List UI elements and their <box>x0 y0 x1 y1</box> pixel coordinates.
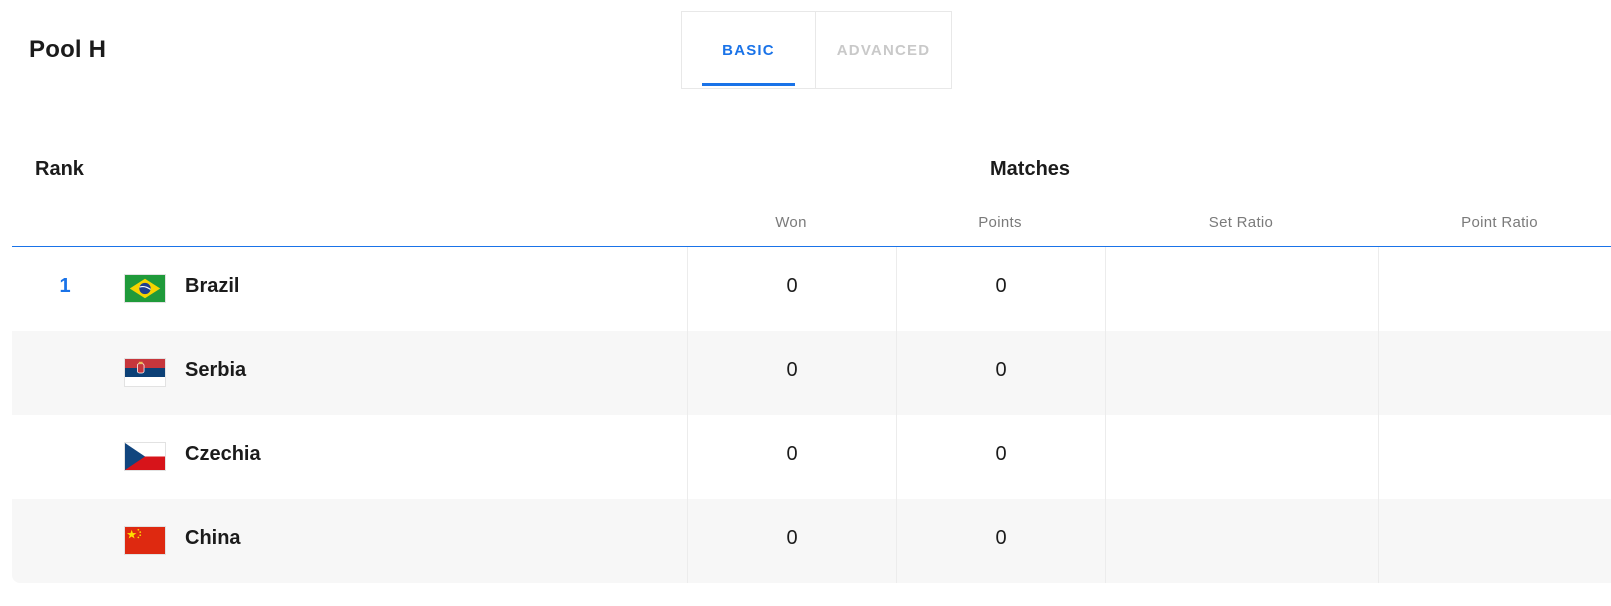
table-row[interactable]: 1 Brazil 0 0 <box>12 247 1611 331</box>
rank-column-header: Rank <box>35 158 84 180</box>
standings-page: Pool H BASIC ADVANCED Rank Matches Won P… <box>0 0 1611 606</box>
point-ratio-column-header[interactable]: Point Ratio <box>1378 214 1611 231</box>
column-divider <box>1378 247 1379 331</box>
points-value: 0 <box>995 275 1007 297</box>
column-divider <box>1378 331 1379 415</box>
points-value: 0 <box>995 443 1007 465</box>
serbia-flag-icon <box>124 358 166 387</box>
china-flag-icon <box>124 526 166 555</box>
rank-number: 1 <box>59 275 71 297</box>
points-value: 0 <box>995 359 1007 381</box>
standings-table: 1 Brazil 0 0 Serbia 0 0 Czechia 0 0 Chin… <box>12 247 1611 583</box>
column-divider <box>1105 331 1106 415</box>
team-name[interactable]: Serbia <box>185 359 246 382</box>
table-row[interactable]: Czechia 0 0 <box>12 415 1611 499</box>
won-value: 0 <box>786 443 798 465</box>
czechia-flag-icon <box>124 442 166 471</box>
team-name[interactable]: Czechia <box>185 443 261 466</box>
tab-advanced[interactable]: ADVANCED <box>816 12 951 88</box>
column-divider <box>1378 415 1379 499</box>
tab-basic[interactable]: BASIC <box>682 12 816 88</box>
column-divider <box>1105 499 1106 583</box>
points-column-header[interactable]: Points <box>896 214 1104 231</box>
matches-group-header: Matches <box>990 158 1071 180</box>
won-value: 0 <box>786 275 798 297</box>
points-value: 0 <box>995 527 1007 549</box>
column-divider <box>1105 415 1106 499</box>
pool-title: Pool H <box>29 36 107 63</box>
column-divider <box>1378 499 1379 583</box>
won-value: 0 <box>786 527 798 549</box>
view-tabs: BASIC ADVANCED <box>681 11 952 89</box>
won-value: 0 <box>786 359 798 381</box>
brazil-flag-icon <box>124 274 166 303</box>
set-ratio-column-header[interactable]: Set Ratio <box>1105 214 1377 231</box>
column-divider <box>1105 247 1106 331</box>
table-row[interactable]: Serbia 0 0 <box>12 331 1611 415</box>
table-row[interactable]: China 0 0 <box>12 499 1611 583</box>
team-name[interactable]: Brazil <box>185 275 239 298</box>
won-column-header[interactable]: Won <box>687 214 895 231</box>
team-name[interactable]: China <box>185 527 241 550</box>
